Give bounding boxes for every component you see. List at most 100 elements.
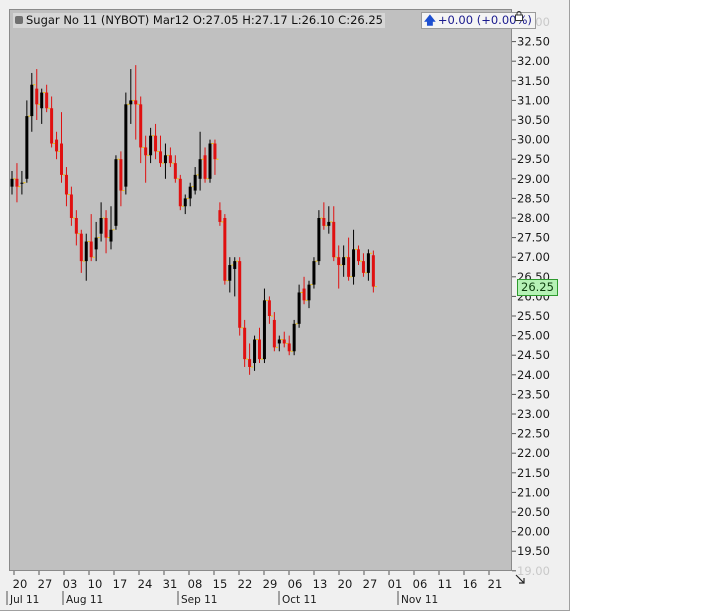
x-tick-label: 16 [463,577,478,591]
series-square-icon [15,16,23,24]
candle-body [292,323,296,352]
candle-body [371,255,375,287]
candle-body [84,241,88,262]
candle-body [173,163,177,179]
candle-body [55,139,59,152]
x-tick-label: 01 [388,577,403,591]
candle-body [243,327,247,360]
x-tick-label: 21 [488,577,503,591]
month-label: Jul 11 [9,594,39,606]
candle-body [282,339,286,344]
chart-window: 33.0032.5032.0031.5031.0030.5030.0029.50… [0,0,570,611]
candle-body [79,233,83,262]
candle-body [287,343,291,352]
candle-body [183,198,187,207]
candle-body [307,284,311,301]
y-tick-label: 25.50 [517,309,550,323]
candle-body [258,339,261,360]
candle-body [114,159,118,226]
candle-body [366,253,370,273]
candle-body [163,155,167,164]
candle-body [198,159,202,179]
candle-body [15,178,19,187]
candle-body [267,300,271,316]
candle-body [208,143,212,179]
x-tick-label: 11 [438,577,453,591]
y-tick-label: 20.00 [517,525,550,539]
candle-body [50,108,54,144]
candle-body [238,261,242,328]
candlestick-chart: 33.0032.5032.0031.5031.0030.5030.0029.50… [6,15,550,606]
x-tick-label: 27 [38,577,53,591]
y-tick-label: 25.00 [517,329,550,343]
candle-body [20,182,24,184]
candle-body [357,249,360,262]
y-tick-label: 23.00 [517,407,550,421]
candle-body [327,221,331,226]
candle-body [159,151,162,164]
x-tick-label: 03 [63,577,78,591]
y-tick-label: 28.00 [517,211,550,225]
symbol-info-text: Sugar No 11 (NYBOT) Mar12 O:27.05 H:27.1… [26,13,383,27]
candle-body [109,229,113,242]
x-tick-label: 15 [213,577,228,591]
month-label: Nov 11 [401,594,438,606]
candle-body [64,174,68,195]
y-tick-label: 20.50 [517,505,550,519]
lock-icon[interactable] [515,11,523,21]
candle-body [228,265,232,281]
candle-body [94,237,98,250]
candle-body [89,241,93,258]
candle-body [74,218,78,234]
candle-body [248,359,252,367]
candle-body [302,288,306,301]
y-tick-label: 31.00 [517,93,550,107]
candle-body [213,143,217,160]
x-tick-label: 20 [338,577,353,591]
y-tick-label: 21.00 [517,485,550,499]
y-tick-label: 27.50 [517,231,550,245]
candle-body [253,339,257,364]
y-tick-label: 22.50 [517,427,550,441]
candle-body [262,300,266,360]
last-price-tag: 26.25 [517,279,558,296]
month-label: Oct 11 [282,594,317,606]
candle-body [149,135,153,156]
x-tick-label: 17 [113,577,128,591]
candle-body [35,88,39,105]
y-tick-label: 27.00 [517,250,550,264]
x-tick-label: 31 [163,577,178,591]
candle-body [10,178,14,187]
candle-body [203,155,207,179]
x-tick-label: 24 [138,577,153,591]
candle-body [154,135,158,152]
candle-body [25,116,29,179]
x-tick-label: 06 [413,577,428,591]
x-tick-label: 20 [13,577,28,591]
y-tick-label: 29.50 [517,152,550,166]
candle-body [317,218,321,262]
candle-body [144,147,148,156]
y-tick-label: 32.00 [517,54,550,68]
y-tick-label: 31.50 [517,74,550,88]
candle-body [139,104,143,148]
x-tick-label: 10 [88,577,103,591]
candle-body [124,104,128,187]
x-tick-label: 13 [313,577,328,591]
y-tick-label: 30.00 [517,133,550,147]
candle-body [277,339,281,344]
y-tick-label: 24.00 [517,368,550,382]
candle-body [45,92,49,109]
month-label: Sep 11 [181,594,218,606]
y-tick-label: 22.00 [517,446,550,460]
x-tick-label: 27 [363,577,378,591]
symbol-info-label: Sugar No 11 (NYBOT) Mar12 O:27.05 H:27.1… [13,13,385,28]
candle-body [119,159,123,191]
y-tick-label: 21.50 [517,466,550,480]
candle-body [40,92,44,109]
month-label: Aug 11 [66,594,103,606]
y-tick-label: 19.50 [517,544,550,558]
y-tick-label: 32.50 [517,35,550,49]
resize-corner-icon[interactable] [514,573,526,585]
candle-body [60,143,63,175]
